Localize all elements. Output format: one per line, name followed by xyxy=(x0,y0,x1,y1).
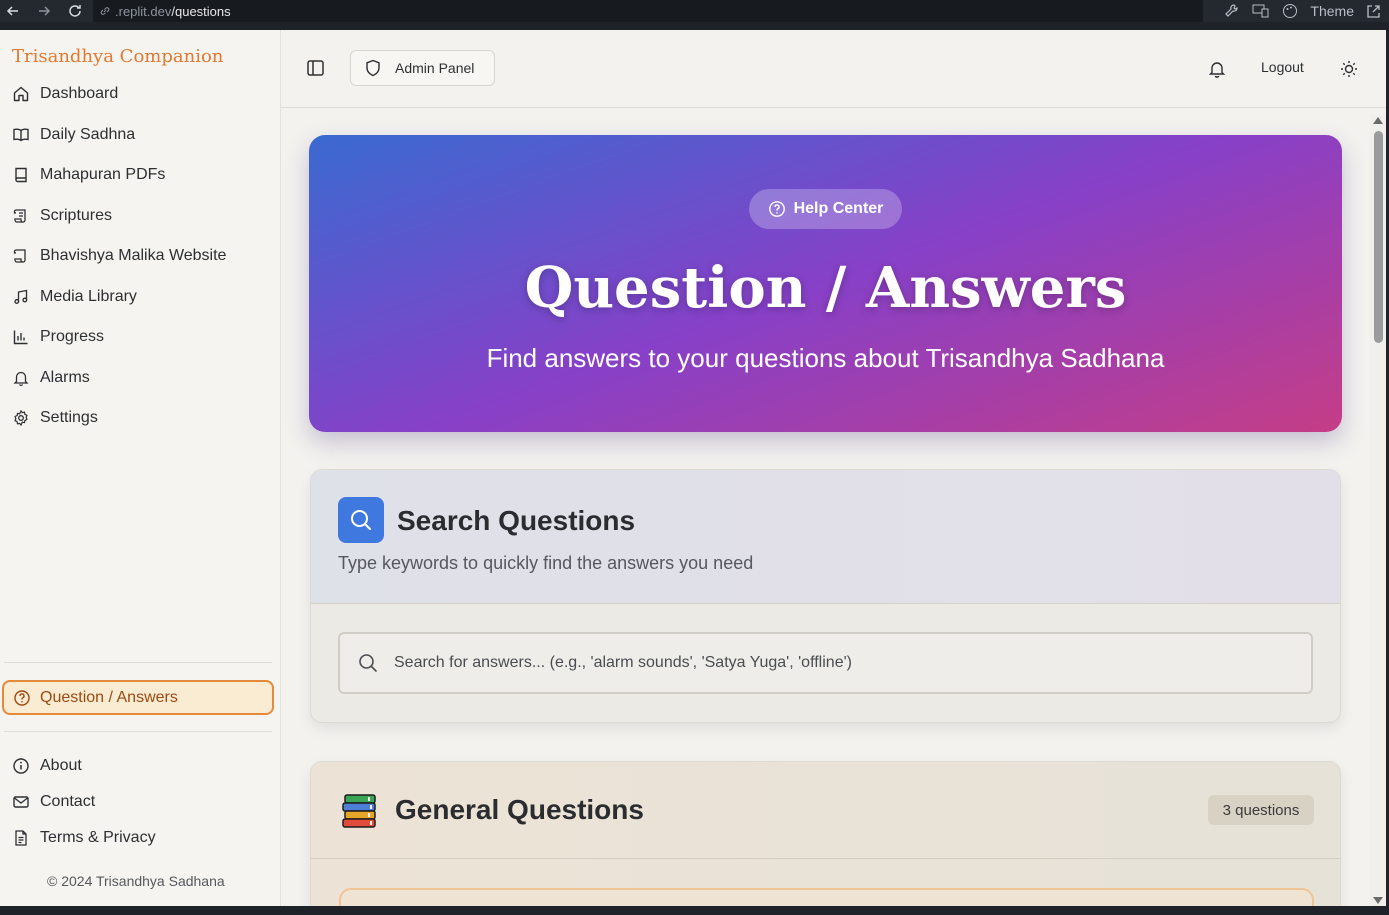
back-arrow-icon[interactable] xyxy=(2,0,24,22)
main-area: Admin Panel Logout Help Center Question … xyxy=(281,30,1386,906)
top-header: Admin Panel Logout xyxy=(281,30,1386,108)
sidebar-item-about[interactable]: About xyxy=(0,748,281,784)
sidebar-item-label: Media Library xyxy=(40,287,137,305)
hero-banner: Help Center Question / Answers Find answ… xyxy=(309,135,1342,432)
copyright-text: © 2024 Trisandhya Sadhana xyxy=(47,873,225,889)
mail-icon xyxy=(13,796,29,808)
sidebar-item-contact[interactable]: Contact xyxy=(0,784,281,820)
info-icon xyxy=(13,758,29,774)
page-title: Question / Answers xyxy=(524,255,1127,321)
sidebar-item-scriptures[interactable]: Scriptures xyxy=(0,196,281,237)
home-icon xyxy=(13,87,29,102)
sun-icon[interactable] xyxy=(1339,59,1359,79)
music-icon xyxy=(14,289,28,304)
sidebar-item-label: About xyxy=(40,757,82,774)
url-path: /questions xyxy=(171,3,231,19)
sidebar-item-label: Progress xyxy=(40,328,105,346)
sidebar-item-bhavishya-malika[interactable]: Bhavishya Malika Website xyxy=(0,236,281,277)
sidebar-item-daily-sadhna[interactable]: Daily Sadhna xyxy=(0,115,281,156)
sidebar-item-label: Contact xyxy=(40,793,96,810)
search-icon xyxy=(359,654,377,672)
sidebar-nav: Dashboard Daily Sadhna Mahapuran PDFs Sc… xyxy=(0,74,281,439)
books-icon xyxy=(342,794,376,828)
bar-chart-icon xyxy=(13,330,28,345)
sidebar-divider xyxy=(4,662,272,663)
theme-button[interactable]: Theme xyxy=(1310,3,1354,19)
file-text-icon xyxy=(15,830,27,846)
sidebar: Trisandhya Companion Dashboard Daily Sad… xyxy=(0,30,281,906)
search-card-header: Search Questions Type keywords to quickl… xyxy=(311,470,1340,604)
book-icon xyxy=(15,168,27,183)
search-card: Search Questions Type keywords to quickl… xyxy=(310,469,1341,723)
sidebar-divider xyxy=(4,731,272,732)
scrollbar-thumb[interactable] xyxy=(1374,131,1383,343)
scroll-icon xyxy=(13,249,26,263)
sidebar-item-terms-privacy[interactable]: Terms & Privacy xyxy=(0,820,281,856)
sidebar-item-label: Dashboard xyxy=(40,85,119,103)
address-bar[interactable]: .replit.dev/questions xyxy=(93,0,1203,22)
sidebar-item-label: Settings xyxy=(40,409,98,427)
scrollbar[interactable] xyxy=(1370,115,1386,906)
sidebar-toggle-icon[interactable] xyxy=(305,58,327,78)
sidebar-item-alarms[interactable]: Alarms xyxy=(0,358,281,399)
search-icon xyxy=(338,497,384,543)
general-questions-title: General Questions xyxy=(395,794,644,825)
scroll-icon xyxy=(13,209,26,223)
sidebar-item-progress[interactable]: Progress xyxy=(0,317,281,358)
search-input[interactable]: Search for answers... (e.g., 'alarm soun… xyxy=(338,632,1313,694)
sidebar-footer-nav: About Contact Terms & Privacy xyxy=(0,748,281,856)
external-link-icon[interactable] xyxy=(1366,4,1381,19)
sidebar-item-dashboard[interactable]: Dashboard xyxy=(0,74,281,115)
gear-icon xyxy=(14,410,28,427)
brand-title[interactable]: Trisandhya Companion xyxy=(12,46,223,67)
search-card-title: Search Questions xyxy=(397,505,636,536)
help-circle-icon xyxy=(14,689,30,706)
search-placeholder: Search for answers... (e.g., 'alarm soun… xyxy=(394,654,852,671)
sidebar-item-mahapuran-pdfs[interactable]: Mahapuran PDFs xyxy=(0,155,281,196)
general-questions-card: General Questions 3 questions xyxy=(310,761,1341,906)
scroll-up-arrow-icon[interactable] xyxy=(1373,117,1383,124)
bell-icon xyxy=(13,371,29,386)
page-content: Help Center Question / Answers Find answ… xyxy=(281,109,1386,906)
browser-toolbar: .replit.dev/questions Theme xyxy=(0,0,1389,22)
admin-panel-label: Admin Panel xyxy=(395,60,475,76)
book-open-icon xyxy=(13,128,29,142)
sidebar-item-label: Question / Answers xyxy=(40,688,178,706)
question-count-badge: 3 questions xyxy=(1208,795,1314,825)
sidebar-item-question-answers[interactable]: Question / Answers xyxy=(2,680,274,715)
question-item[interactable] xyxy=(339,888,1314,906)
sidebar-item-label: Terms & Privacy xyxy=(40,829,156,846)
help-center-label: Help Center xyxy=(793,200,884,217)
url-host: .replit.dev xyxy=(115,3,172,19)
sidebar-item-label: Mahapuran PDFs xyxy=(40,166,166,184)
admin-panel-button[interactable]: Admin Panel xyxy=(350,50,495,86)
devices-icon[interactable] xyxy=(1252,3,1270,19)
shield-icon xyxy=(366,59,380,77)
link-icon xyxy=(100,7,110,15)
scroll-down-arrow-icon[interactable] xyxy=(1373,897,1383,904)
forward-arrow-icon[interactable] xyxy=(33,0,55,22)
wrench-icon[interactable] xyxy=(1224,3,1240,19)
app-window: Trisandhya Companion Dashboard Daily Sad… xyxy=(0,30,1386,906)
notification-bell-icon[interactable] xyxy=(1207,59,1227,79)
sidebar-item-label: Alarms xyxy=(40,368,90,386)
palette-icon[interactable] xyxy=(1282,3,1298,19)
window-edge xyxy=(0,906,1389,915)
sidebar-item-media-library[interactable]: Media Library xyxy=(0,277,281,318)
sidebar-item-label: Daily Sadhna xyxy=(40,125,136,143)
sidebar-item-label: Bhavishya Malika Website xyxy=(40,247,227,265)
general-questions-header[interactable]: General Questions 3 questions xyxy=(311,762,1340,859)
sidebar-item-label: Scriptures xyxy=(40,206,113,224)
logout-button[interactable]: Logout xyxy=(1261,59,1304,75)
page-subtitle: Find answers to your questions about Tri… xyxy=(486,343,1165,373)
sidebar-item-settings[interactable]: Settings xyxy=(0,398,281,439)
help-circle-icon xyxy=(768,201,785,217)
reload-icon[interactable] xyxy=(64,0,86,22)
search-card-description: Type keywords to quickly find the answer… xyxy=(338,553,754,573)
help-center-badge: Help Center xyxy=(749,189,902,229)
